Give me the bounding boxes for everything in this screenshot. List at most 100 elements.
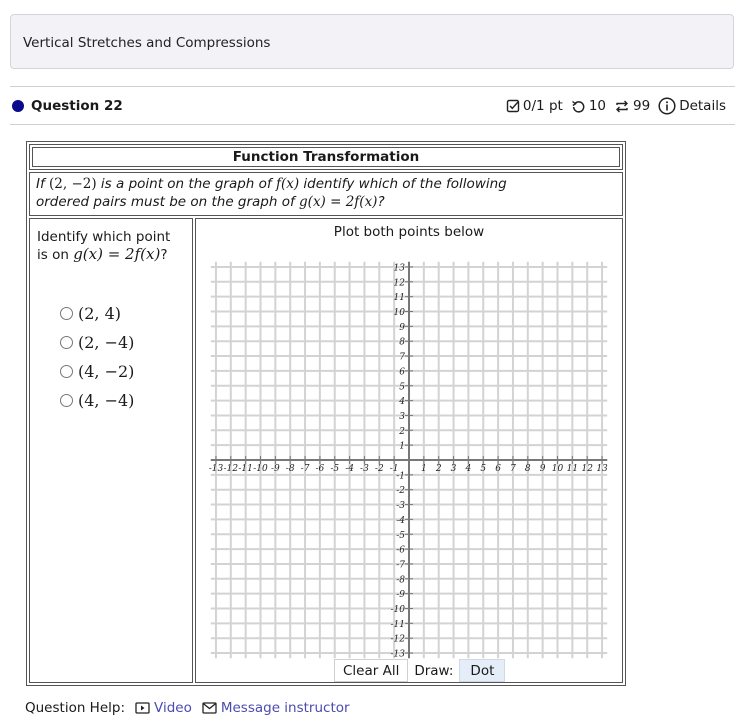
clear-all-button[interactable]: Clear All — [334, 659, 409, 682]
question-status-dot — [12, 100, 24, 112]
score-text: 0/1 pt — [522, 98, 563, 114]
draw-label: Draw: — [414, 662, 454, 679]
option-3[interactable]: (4, −2) — [60, 357, 134, 386]
prompt-text: ? — [377, 194, 385, 210]
score: 0/1 pt — [506, 98, 563, 114]
y-tick-label: -12 — [391, 635, 406, 645]
table-title: Function Transformation — [29, 144, 623, 170]
option-4[interactable]: (4, −4) — [60, 386, 134, 415]
x-tick-label: 13 — [596, 464, 608, 474]
y-tick-label: -2 — [396, 486, 405, 496]
prompt-math-point: (2, −2) — [49, 176, 97, 192]
retries: 10 — [571, 98, 606, 114]
plot-panel: Plot both points below -13 -12 -11 -10 -9 -8-… — [195, 218, 623, 683]
x-tick-label: 8 — [525, 464, 531, 474]
graph-toolbar: Clear All Draw: Dot — [334, 659, 506, 682]
checkbox-icon — [506, 99, 520, 113]
radio-button[interactable] — [60, 365, 73, 378]
answer-prompt: Identify which point is on g(x) = 2f(x)? — [37, 229, 185, 264]
attempts-count: 99 — [633, 98, 651, 114]
x-tick-label: 12 — [581, 464, 593, 474]
x-tick-label: 1 — [421, 464, 427, 474]
prompt-text: identify which of the following — [299, 176, 507, 192]
y-tick-label: 3 — [399, 412, 405, 422]
divider — [10, 86, 735, 87]
x-tick-label: 7 — [510, 464, 516, 474]
question-title: Question 22 — [31, 98, 123, 114]
y-tick-label: -10 — [391, 605, 406, 615]
message-label: Message instructor — [220, 700, 350, 716]
retries-count: 10 — [588, 98, 606, 114]
y-tick-label: -11 — [391, 620, 406, 630]
x-tick-label: 5 — [480, 464, 486, 474]
y-tick-label: 9 — [399, 323, 405, 333]
answer-panel: Identify which point is on g(x) = 2f(x)?… — [29, 218, 193, 683]
divider — [10, 124, 735, 125]
prompt-text: is a point on the graph of — [96, 176, 276, 192]
help-label: Question Help: — [25, 700, 125, 716]
x-tick-label: -8 — [286, 464, 295, 474]
y-tick-label: 5 — [399, 382, 405, 392]
message-instructor-link[interactable]: Message instructor — [202, 700, 350, 716]
x-tick-label: -6 — [316, 464, 325, 474]
prompt-math-g: g(x) = 2f(x) — [299, 194, 378, 210]
x-tick-label: -11 — [238, 464, 253, 474]
x-tick-label: -10 — [253, 464, 268, 474]
prompt-text: ordered pairs must be on the graph of — [36, 194, 300, 210]
x-tick-label: -7 — [301, 464, 310, 474]
y-tick-label: -3 — [396, 501, 405, 511]
prompt-text: If — [36, 176, 50, 192]
x-tick-label: 9 — [540, 464, 546, 474]
y-tick-label: -4 — [396, 516, 405, 526]
answer-prompt-end: ? — [160, 247, 168, 263]
question-help: Question Help: Video Message instructor — [25, 700, 350, 716]
answer-prompt-math: g(x) = 2f(x) — [73, 245, 161, 263]
problem-table: Function Transformation If (2, −2) is a … — [26, 141, 626, 686]
x-tick-label: -13 — [209, 464, 224, 474]
video-icon — [135, 702, 150, 714]
question-header: Question 22 — [12, 96, 123, 116]
y-tick-label: 8 — [399, 338, 405, 348]
question-meta: 0/1 pt 10 99 Details — [502, 96, 726, 116]
info-icon — [658, 97, 676, 115]
y-tick-label: -9 — [396, 590, 405, 600]
y-tick-label: -6 — [396, 546, 405, 556]
y-tick-label: 7 — [399, 353, 405, 363]
x-tick-label: 10 — [552, 464, 564, 474]
video-link[interactable]: Video — [135, 700, 192, 716]
y-tick-label: 11 — [394, 293, 405, 303]
radio-button[interactable] — [60, 394, 73, 407]
x-tick-label: -5 — [330, 464, 339, 474]
assignment-title: Vertical Stretches and Compressions — [23, 35, 271, 51]
option-1[interactable]: (2, 4) — [60, 299, 134, 328]
y-tick-label: -13 — [391, 650, 406, 659]
x-tick-label: -2 — [375, 464, 384, 474]
y-tick-label: -1 — [396, 471, 405, 481]
radio-button[interactable] — [60, 336, 73, 349]
attempts: 99 — [614, 98, 650, 114]
details-button[interactable]: Details — [658, 97, 726, 115]
y-tick-label: 2 — [398, 427, 405, 437]
option-label: (4, −4) — [78, 391, 135, 410]
y-tick-label: -5 — [396, 531, 405, 541]
y-tick-label: 13 — [394, 263, 406, 273]
option-label: (4, −2) — [78, 362, 135, 381]
option-label: (2, −4) — [78, 333, 135, 352]
option-label: (2, 4) — [78, 304, 122, 323]
x-tick-label: -12 — [224, 464, 239, 474]
option-2[interactable]: (2, −4) — [60, 328, 134, 357]
answer-options: (2, 4) (2, −4) (4, −2) (4, −4) — [60, 299, 134, 415]
problem-prompt: If (2, −2) is a point on the graph of f(… — [29, 172, 623, 216]
x-tick-label: 6 — [495, 464, 501, 474]
y-tick-label: 4 — [398, 397, 405, 407]
dot-tool-button[interactable]: Dot — [459, 659, 506, 682]
mail-icon — [202, 702, 217, 714]
radio-button[interactable] — [60, 307, 73, 320]
x-tick-label: 11 — [567, 464, 578, 474]
y-tick-label: -8 — [396, 575, 405, 585]
retry-icon — [571, 100, 585, 113]
y-tick-label: 6 — [399, 367, 405, 377]
graph-canvas[interactable]: -13 -12 -11 -10 -9 -8 -7 -6 -5 -4 -3 -2 -1 1 2 3 4 5 6 7 8 9 1… — [196, 219, 622, 659]
x-tick-label: 2 — [435, 464, 442, 474]
x-tick-label: -4 — [345, 464, 354, 474]
